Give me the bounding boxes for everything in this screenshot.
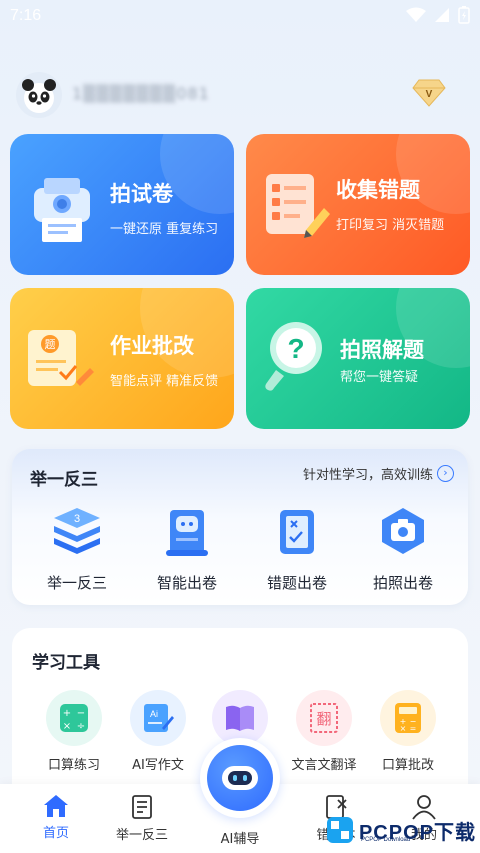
panel-item-label: 智能出卷 xyxy=(156,574,217,592)
panel-item-variant[interactable]: 3 举一反三 xyxy=(22,504,132,593)
tools-title: 学习工具 xyxy=(32,653,100,673)
camera-icon xyxy=(382,508,424,554)
panel-item-smart-paper[interactable]: 智能出卷 xyxy=(132,504,242,593)
svg-text:题: 题 xyxy=(45,338,56,351)
watermark: PCPOP下载 PCPOP Download xyxy=(325,815,476,845)
seal-icon: 翻 xyxy=(310,703,338,733)
panel-link[interactable]: 针对性学习，高效训练 › xyxy=(303,464,454,483)
diamond-icon: V xyxy=(412,79,446,107)
vip-badge[interactable]: V xyxy=(412,76,446,108)
svg-text:?: ? xyxy=(287,333,304,364)
card-title: 拍试卷 xyxy=(110,182,173,206)
card-subtitle: 一键还原 重复练习 xyxy=(110,222,219,237)
card-title: 拍照解题 xyxy=(340,338,424,362)
chevron-right-icon: › xyxy=(437,465,454,482)
svg-text:翻: 翻 xyxy=(316,710,331,728)
homework-check-icon: 题 xyxy=(28,330,94,386)
panel-item-label: 举一反三 xyxy=(46,574,107,592)
card-title: 作业批改 xyxy=(110,334,194,358)
profile-row[interactable]: 1▒▒▒▒▒▒▒081 V xyxy=(16,72,464,118)
card-scan-exam[interactable]: 拍试卷 一键还原 重复练习 xyxy=(10,134,234,275)
svg-text:=: = xyxy=(410,724,417,733)
status-time: 7:16 xyxy=(10,7,42,24)
card-collect-mistakes[interactable]: 收集错题 打印复习 消灭错题 xyxy=(246,134,470,275)
nav-label: 首页 xyxy=(42,826,69,841)
tool-label: AI写作文 xyxy=(132,758,184,773)
card-homework-grading[interactable]: 题 作业批改 智能点评 精准反馈 xyxy=(10,288,234,429)
signal-icon xyxy=(435,8,449,22)
tool-mental-math[interactable]: + − × ÷ 口算练习 xyxy=(34,690,114,773)
username: 1▒▒▒▒▒▒▒081 xyxy=(72,84,210,103)
status-bar: 7:16 xyxy=(0,0,480,34)
card-subtitle: 智能点评 精准反馈 xyxy=(110,374,219,389)
tool-ai-writing[interactable]: Ai AI写作文 xyxy=(118,690,198,773)
svg-text:Ai: Ai xyxy=(150,709,158,719)
ai-tutor-button[interactable] xyxy=(200,738,280,818)
card-subtitle: 打印复习 消灭错题 xyxy=(336,218,445,233)
document-list-icon xyxy=(132,795,152,819)
home-icon xyxy=(44,795,68,817)
ai-tutor-label: AI辅导 xyxy=(220,832,260,847)
card-title: 收集错题 xyxy=(336,178,420,202)
svg-text:−: − xyxy=(77,708,85,719)
svg-text:÷: ÷ xyxy=(77,721,85,732)
tool-math-grading[interactable]: + − × = 口算批改 xyxy=(368,690,448,773)
panel-link-label: 针对性学习，高效训练 xyxy=(302,468,433,483)
tool-classical-translation[interactable]: 翻 文言文翻译 xyxy=(284,690,364,773)
panel-title: 举一反三 xyxy=(30,470,98,490)
svg-text:+: + xyxy=(63,708,71,719)
tool-label: 口算练习 xyxy=(47,758,100,773)
robot-scroll-icon xyxy=(166,510,208,556)
checklist-pencil-icon xyxy=(266,174,330,238)
nav-label: 举一反三 xyxy=(115,828,168,843)
calculator-grid-icon: + − × ÷ xyxy=(60,704,88,732)
tool-label: 文言文翻译 xyxy=(291,758,357,773)
calculator-icon: + − × = xyxy=(395,703,421,733)
svg-text:×: × xyxy=(63,721,71,732)
tool-label: 口算批改 xyxy=(381,758,434,773)
checklist-icon xyxy=(280,510,314,554)
watermark-sub: PCPOP Download xyxy=(360,837,411,843)
card-subtitle: 帮您一键答疑 xyxy=(340,370,419,385)
nav-home[interactable]: 首页 xyxy=(16,794,96,841)
pcpop-logo-icon xyxy=(326,817,353,843)
ai-pen-icon: Ai xyxy=(144,704,174,732)
svg-text:×: × xyxy=(400,724,407,733)
book-icon xyxy=(226,705,254,731)
svg-text:3: 3 xyxy=(74,513,80,525)
card-photo-solve[interactable]: ? 拍照解题 帮您一键答疑 xyxy=(246,288,470,429)
stack-icon: 3 xyxy=(54,508,100,554)
panel-item-label: 拍照出卷 xyxy=(372,574,433,592)
panel-item-mistake-paper[interactable]: 错题出卷 xyxy=(242,504,352,593)
avatar[interactable] xyxy=(16,72,62,118)
vip-letter: V xyxy=(426,89,433,100)
magnifier-question-icon: ? xyxy=(265,322,322,391)
robot-face-icon xyxy=(222,766,258,790)
practice-panel: 举一反三 针对性学习，高效训练 › 3 举一反三 智能出卷 错题出卷 拍照出卷 xyxy=(12,449,468,605)
wifi-icon xyxy=(406,7,426,22)
panel-item-label: 错题出卷 xyxy=(266,574,327,592)
panda-avatar-icon xyxy=(22,79,56,113)
panel-item-photo-paper[interactable]: 拍照出卷 xyxy=(348,504,458,593)
battery-icon xyxy=(458,6,470,24)
scanner-icon xyxy=(34,178,90,242)
nav-variant[interactable]: 举一反三 xyxy=(102,794,182,843)
